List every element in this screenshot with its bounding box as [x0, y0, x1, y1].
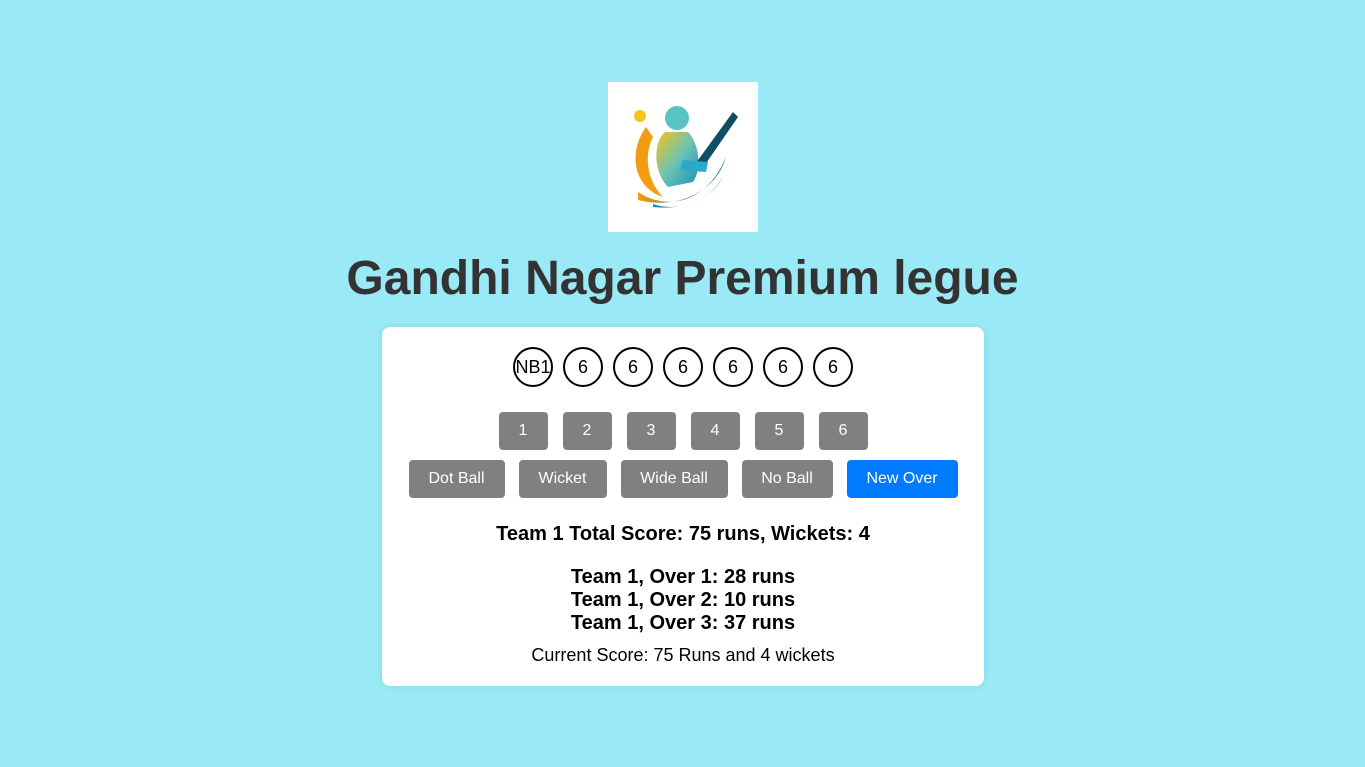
current-score: Current Score: 75 Runs and 4 wickets — [531, 645, 835, 665]
ball-indicator: 6 — [763, 347, 803, 387]
ball-indicator: 6 — [613, 347, 653, 387]
run-4-button[interactable]: 4 — [690, 412, 740, 450]
dot-ball-button[interactable]: Dot Ball — [408, 460, 505, 498]
action-buttons: Dot Ball Wicket Wide Ball No Ball New Ov… — [382, 460, 984, 498]
cricket-logo-icon — [608, 82, 758, 232]
wicket-button[interactable]: Wicket — [518, 460, 607, 498]
run-2-button[interactable]: 2 — [562, 412, 612, 450]
no-ball-button[interactable]: No Ball — [741, 460, 833, 498]
page: Gandhi Nagar Premium legue NB1 6 6 6 6 6… — [0, 0, 1365, 767]
ball-indicator: 6 — [813, 347, 853, 387]
ball-indicator: 6 — [663, 347, 703, 387]
run-3-button[interactable]: 3 — [626, 412, 676, 450]
run-1-button[interactable]: 1 — [498, 412, 548, 450]
ball-indicator: 6 — [563, 347, 603, 387]
total-score: Team 1 Total Score: 75 runs, Wickets: 4 — [496, 523, 870, 545]
new-over-button[interactable]: New Over — [846, 460, 958, 498]
run-buttons: 1 2 3 4 5 6 — [382, 412, 984, 450]
scoreboard-card: NB1 6 6 6 6 6 6 1 2 3 4 5 6 Dot Ball Wic… — [382, 327, 984, 686]
run-5-button[interactable]: 5 — [754, 412, 804, 450]
over-summary-item: Team 1, Over 2: 10 runs — [570, 589, 796, 611]
current-over-balls: NB1 6 6 6 6 6 6 — [382, 347, 984, 387]
page-title: Gandhi Nagar Premium legue — [346, 252, 1019, 305]
wide-ball-button[interactable]: Wide Ball — [620, 460, 728, 498]
ball-indicator: 6 — [713, 347, 753, 387]
over-summary-item: Team 1, Over 1: 28 runs — [570, 566, 796, 588]
ball-indicator: NB1 — [513, 347, 553, 387]
over-summary-list: Team 1, Over 1: 28 runs Team 1, Over 2: … — [382, 566, 984, 635]
over-summary-item: Team 1, Over 3: 37 runs — [570, 612, 796, 634]
run-6-button[interactable]: 6 — [818, 412, 868, 450]
